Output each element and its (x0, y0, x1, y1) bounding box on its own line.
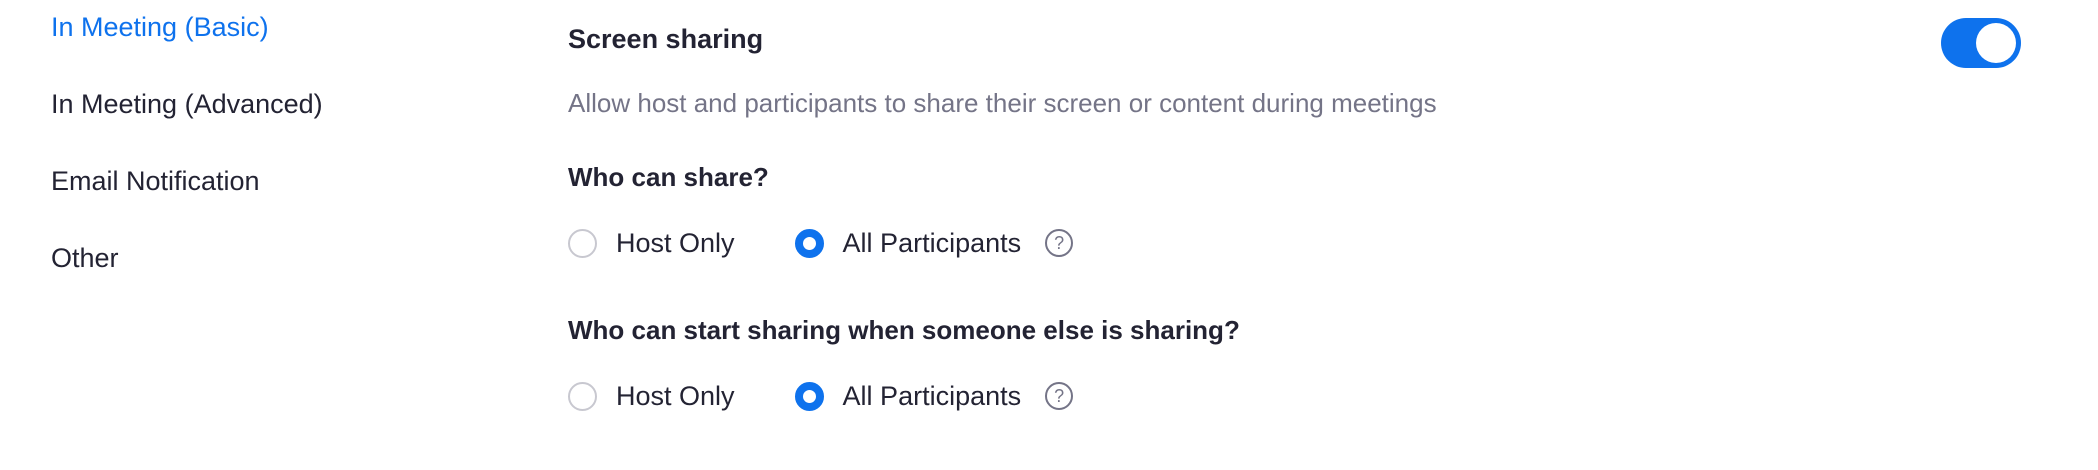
start-sharing-all-participants-radio[interactable]: All Participants (794, 380, 1022, 412)
screen-sharing-toggle[interactable] (1941, 18, 2021, 68)
setting-description: Allow host and participants to share the… (568, 88, 1437, 118)
who-can-share-options: Host Only All Participants ? (568, 223, 1074, 263)
who-can-share-label: Who can share? (568, 162, 769, 192)
sidebar-item-in-meeting-basic[interactable]: In Meeting (Basic) (51, 10, 269, 44)
radio-label: Host Only (616, 227, 735, 258)
start-sharing-host-only-radio[interactable]: Host Only (568, 381, 735, 412)
who-can-share-all-participants-radio[interactable]: All Participants (794, 227, 1022, 259)
radio-label: Host Only (616, 380, 735, 411)
radio-label: All Participants (842, 380, 1022, 411)
who-can-start-sharing-options: Host Only All Participants ? (568, 376, 1074, 416)
question-mark-icon[interactable]: ? (1045, 382, 1074, 410)
radio-checked-icon (794, 228, 824, 258)
radio-label: All Participants (842, 227, 1022, 258)
who-can-share-host-only-radio[interactable]: Host Only (568, 228, 735, 259)
question-mark-icon[interactable]: ? (1045, 229, 1074, 257)
sidebar-item-in-meeting-advanced[interactable]: In Meeting (Advanced) (51, 87, 323, 121)
sidebar-item-other[interactable]: Other (51, 241, 119, 275)
sidebar-item-email-notification[interactable]: Email Notification (51, 164, 260, 198)
radio-checked-icon (794, 381, 824, 411)
radio-unchecked-icon (568, 228, 597, 258)
settings-page: In Meeting (Basic) In Meeting (Advanced)… (0, 0, 2098, 470)
toggle-knob (1976, 23, 2016, 63)
radio-unchecked-icon (568, 381, 597, 411)
screen-sharing-setting: Screen sharing Allow host and participan… (568, 0, 2098, 470)
setting-title: Screen sharing (568, 24, 764, 54)
who-can-start-sharing-label: Who can start sharing when someone else … (568, 315, 1240, 345)
